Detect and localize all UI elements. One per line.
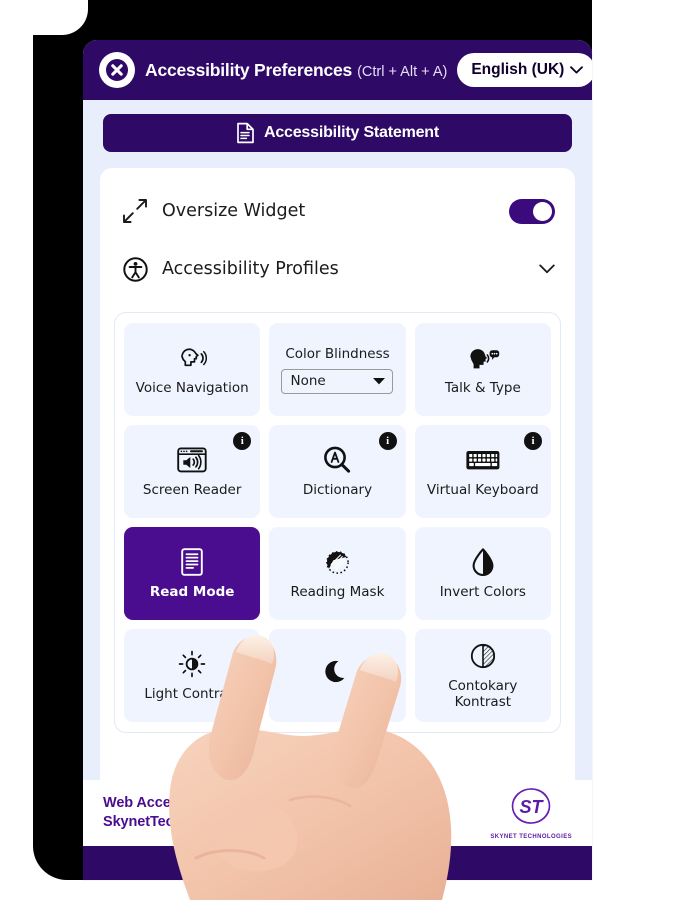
document-icon	[237, 122, 254, 144]
info-badge-label: i	[240, 434, 244, 447]
option-row-oversize-widget[interactable]: Oversize Widget	[100, 182, 575, 240]
oversize-widget-toggle[interactable]	[509, 198, 555, 224]
footer-accent-bar	[83, 846, 592, 880]
footer-line-1: Web Accessibility S	[103, 794, 238, 811]
caret-down-icon	[373, 378, 386, 385]
info-icon[interactable]: i	[378, 432, 397, 450]
chevron-down-icon	[570, 66, 584, 74]
skynet-logo-caption: SKYNET TECHNOLOGIES	[490, 833, 572, 840]
tile-reading-mask[interactable]: Reading Mask	[269, 527, 406, 620]
info-icon[interactable]: i	[523, 432, 542, 450]
option-row-accessibility-profiles[interactable]: Accessibility Profiles	[100, 240, 575, 298]
chevron-down-icon	[539, 264, 555, 274]
color-blindness-select[interactable]: None	[281, 368, 394, 394]
tile-screen-reader[interactable]: i Screen Reader	[124, 425, 261, 518]
language-selector-label: English (UK)	[471, 61, 565, 78]
tile-dictionary[interactable]: i Dictionary	[269, 425, 406, 518]
sun-contrast-icon	[177, 648, 207, 680]
tile-label-color-blindness: Color Blindness	[285, 345, 390, 362]
accessibility-widget-panel: Accessibility Preferences (Ctrl + Alt + …	[83, 40, 592, 880]
close-icon[interactable]	[99, 52, 135, 88]
statement-button-wrap: Accessibility Statement	[83, 100, 592, 162]
option-label-accessibility-profiles: Accessibility Profiles	[162, 259, 339, 279]
droplet-contrast-icon	[471, 546, 495, 578]
tile-label-voice-navigation: Voice Navigation	[135, 380, 249, 397]
info-badge-label: i	[531, 434, 535, 447]
language-selector[interactable]: English (UK)	[457, 53, 592, 87]
toggle-knob	[533, 201, 552, 221]
footer-line-2: SkynetTechnologi	[103, 814, 226, 830]
reading-mask-icon	[321, 546, 353, 578]
tile-talk-and-type[interactable]: Talk & Type	[414, 323, 551, 416]
tile-virtual-keyboard[interactable]: i Virtual Keyboard	[414, 425, 551, 518]
keyboard-icon	[465, 444, 501, 476]
magnifier-a-icon	[322, 444, 352, 476]
info-badge-label: i	[386, 434, 390, 447]
tile-read-mode[interactable]: Read Mode	[124, 527, 261, 620]
head-speaking-icon	[177, 342, 208, 374]
tile-label-reading-mask: Reading Mask	[290, 584, 385, 601]
device-stage: Accessibility Preferences (Ctrl + Alt + …	[0, 0, 675, 900]
tile-color-blindness[interactable]: Color Blindness None	[269, 323, 406, 416]
info-icon[interactable]: i	[233, 432, 252, 450]
tile-dark-contrast[interactable]	[269, 629, 406, 722]
accessibility-statement-label: Accessibility Statement	[263, 124, 440, 141]
page-title: Accessibility Preferences	[145, 59, 353, 80]
color-blindness-select-value: None	[290, 373, 326, 389]
skynet-logo: ST SKYNET TECHNOLOGIES	[490, 787, 572, 840]
tile-label-talk-and-type: Talk & Type	[444, 380, 521, 397]
tile-invert-colors[interactable]: Invert Colors	[414, 527, 551, 620]
tile-label-dictionary: Dictionary	[302, 482, 373, 499]
screen-speaker-icon	[176, 444, 208, 476]
widget-footer: Web Accessibility S SkynetTechnologi ST …	[83, 780, 592, 846]
tile-voice-navigation[interactable]: Voice Navigation	[124, 323, 261, 416]
head-chat-icon	[466, 342, 500, 374]
expand-arrows-icon	[120, 198, 150, 224]
keyboard-shortcut-hint: (Ctrl + Alt + A)	[357, 63, 448, 80]
accessibility-profiles-expand[interactable]	[539, 264, 555, 274]
tile-label-invert-colors: Invert Colors	[439, 584, 526, 601]
feature-tiles-container: Voice Navigation Color Blindness None Ta…	[114, 312, 561, 733]
tile-label-read-mode: Read Mode	[149, 584, 235, 601]
bezel-right-background	[592, 0, 675, 880]
reading-page-icon	[179, 546, 205, 578]
circle-hatch-icon	[468, 640, 498, 672]
accessibility-person-icon	[120, 256, 150, 282]
tile-label-light-contrast: Light Contrast	[144, 686, 240, 703]
footer-brand-text: Web Accessibility S SkynetTechnologi	[103, 794, 237, 832]
tile-light-contrast[interactable]: Light Contrast	[124, 629, 261, 722]
svg-text:ST: ST	[520, 797, 545, 817]
tile-contokary-kontrast[interactable]: Contokary Kontrast	[414, 629, 551, 722]
tile-label-virtual-keyboard: Virtual Keyboard	[426, 482, 539, 499]
option-label-oversize-widget: Oversize Widget	[162, 201, 306, 221]
feature-tiles-grid: Voice Navigation Color Blindness None Ta…	[124, 323, 551, 722]
accessibility-statement-button[interactable]: Accessibility Statement	[103, 114, 572, 152]
settings-card: Oversize Widget Accessibility Profiles V…	[100, 168, 575, 822]
tile-label-screen-reader: Screen Reader	[142, 482, 242, 499]
tile-label-contokary-kontrast: Contokary Kontrast	[448, 678, 518, 710]
skynet-logo-icon: ST	[511, 787, 551, 824]
moon-icon	[324, 656, 350, 688]
widget-header: Accessibility Preferences (Ctrl + Alt + …	[83, 40, 592, 100]
